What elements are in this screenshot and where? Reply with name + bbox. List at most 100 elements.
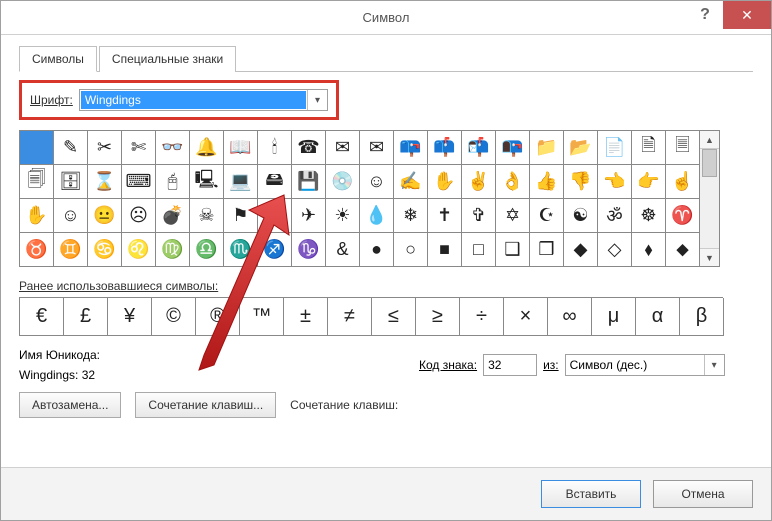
symbol-cell[interactable]: 😐 (88, 199, 122, 233)
symbol-cell[interactable]: 👉 (632, 165, 666, 199)
symbol-cell[interactable]: ☺ (54, 199, 88, 233)
symbol-cell[interactable]: 📄 (598, 131, 632, 165)
symbol-cell[interactable]: 🗐 (20, 165, 54, 199)
symbol-cell[interactable]: 💧 (360, 199, 394, 233)
symbol-cell[interactable]: ☪ (530, 199, 564, 233)
help-button[interactable]: ? (687, 1, 723, 29)
symbol-cell[interactable]: ✎ (54, 131, 88, 165)
symbol-cell[interactable]: 📁 (530, 131, 564, 165)
recent-symbol-cell[interactable]: ® (196, 298, 240, 336)
recent-symbols-grid[interactable]: €£¥©®™±≠≤≥÷×∞μαβ (19, 297, 723, 336)
symbol-cell[interactable]: 💻 (224, 165, 258, 199)
symbol-cell[interactable]: 🖰 (156, 165, 190, 199)
symbol-cell[interactable]: ✌ (462, 165, 496, 199)
recent-symbol-cell[interactable]: ÷ (460, 298, 504, 336)
symbol-cell[interactable]: ■ (428, 233, 462, 267)
symbol-cell[interactable]: 💿 (326, 165, 360, 199)
recent-symbol-cell[interactable]: € (20, 298, 64, 336)
recent-symbol-cell[interactable]: α (636, 298, 680, 336)
symbol-cell[interactable]: 💣 (156, 199, 190, 233)
symbol-cell[interactable]: ♍ (156, 233, 190, 267)
symbol-cell[interactable]: ❑ (496, 233, 530, 267)
symbol-cell[interactable]: 👓 (156, 131, 190, 165)
chevron-down-icon[interactable]: ▾ (307, 90, 327, 110)
symbol-cell[interactable]: ✄ (122, 131, 156, 165)
symbol-cell[interactable]: 🖳 (190, 165, 224, 199)
symbol-cell[interactable]: & (326, 233, 360, 267)
symbol-cell[interactable]: 📭 (496, 131, 530, 165)
symbol-cell[interactable]: ॐ (598, 199, 632, 233)
symbol-cell[interactable]: ♌ (122, 233, 156, 267)
symbol-cell[interactable]: ♎ (190, 233, 224, 267)
symbol-cell[interactable]: ⌨ (122, 165, 156, 199)
symbol-cell[interactable]: ☹ (122, 199, 156, 233)
symbol-cell[interactable]: ♋ (88, 233, 122, 267)
from-select[interactable]: Символ (дес.) ▾ (565, 354, 725, 376)
font-select[interactable]: Wingdings ▾ (79, 89, 328, 111)
recent-symbol-cell[interactable]: ± (284, 298, 328, 336)
symbol-cell[interactable]: ✝ (428, 199, 462, 233)
symbol-cell[interactable]: ◆ (564, 233, 598, 267)
symbol-cell[interactable]: ✈ (292, 199, 326, 233)
recent-symbol-cell[interactable]: ≤ (372, 298, 416, 336)
tab-special-chars[interactable]: Специальные знаки (99, 46, 236, 72)
symbol-cell[interactable]: ✋ (428, 165, 462, 199)
symbol-cell[interactable]: ❄ (394, 199, 428, 233)
symbol-cell[interactable]: ✉ (326, 131, 360, 165)
symbol-cell[interactable]: 💾 (292, 165, 326, 199)
symbol-grid[interactable]: ✎✂✄👓🔔📖🕯☎✉✉📪📫📬📭📁📂📄🗎🗏🗐🗄⌛⌨🖰🖳💻🖴💾💿☺✍✋✌👌👍👎👈👉☝✋… (19, 130, 700, 267)
symbol-cell[interactable]: 🕯 (258, 131, 292, 165)
symbol-cell[interactable]: 📂 (564, 131, 598, 165)
symbol-cell[interactable]: ♐ (258, 233, 292, 267)
symbol-cell[interactable]: 🖴 (258, 165, 292, 199)
symbol-cell[interactable]: ✉ (360, 131, 394, 165)
symbol-cell[interactable]: ☎ (292, 131, 326, 165)
scroll-down-icon[interactable]: ▼ (700, 248, 719, 266)
symbol-cell[interactable]: ✂ (88, 131, 122, 165)
recent-symbol-cell[interactable]: © (152, 298, 196, 336)
symbol-cell[interactable]: ❒ (530, 233, 564, 267)
symbol-cell[interactable]: ✡ (496, 199, 530, 233)
symbol-cell[interactable]: 👍 (530, 165, 564, 199)
symbol-cell[interactable]: 🗎 (632, 131, 666, 165)
symbol-cell[interactable]: ☠ (190, 199, 224, 233)
symbol-cell[interactable]: ☺ (360, 165, 394, 199)
symbol-cell[interactable]: ♏ (224, 233, 258, 267)
symbol-cell[interactable]: ✍ (394, 165, 428, 199)
symbol-cell[interactable]: ☯ (564, 199, 598, 233)
symbol-cell[interactable]: ♑ (292, 233, 326, 267)
titlebar[interactable]: Символ ? ✕ (1, 1, 771, 35)
char-code-input[interactable] (483, 354, 537, 376)
symbol-cell[interactable]: ☝ (666, 165, 700, 199)
symbol-cell[interactable]: ⚐ (258, 199, 292, 233)
symbol-cell[interactable] (20, 131, 54, 165)
symbol-cell[interactable]: ♉ (20, 233, 54, 267)
cancel-button[interactable]: Отмена (653, 480, 753, 508)
recent-symbol-cell[interactable]: ∞ (548, 298, 592, 336)
symbol-cell[interactable]: ● (360, 233, 394, 267)
recent-symbol-cell[interactable]: ™ (240, 298, 284, 336)
symbol-cell[interactable]: 🔔 (190, 131, 224, 165)
symbol-cell[interactable]: ⚑ (224, 199, 258, 233)
autoreplace-button[interactable]: Автозамена... (19, 392, 121, 418)
shortcut-button[interactable]: Сочетание клавиш... (135, 392, 276, 418)
symbol-cell[interactable]: 📫 (428, 131, 462, 165)
recent-symbol-cell[interactable]: ≥ (416, 298, 460, 336)
symbol-cell[interactable]: ◇ (598, 233, 632, 267)
symbol-cell[interactable]: ✋ (20, 199, 54, 233)
symbol-cell[interactable]: 👈 (598, 165, 632, 199)
symbol-cell[interactable]: ○ (394, 233, 428, 267)
scroll-up-icon[interactable]: ▲ (700, 131, 719, 149)
symbol-cell[interactable]: ✞ (462, 199, 496, 233)
symbol-cell[interactable]: ☀ (326, 199, 360, 233)
tab-symbols[interactable]: Символы (19, 46, 97, 72)
chevron-down-icon[interactable]: ▾ (704, 355, 724, 375)
recent-symbol-cell[interactable]: β (680, 298, 724, 336)
symbol-cell[interactable]: 📖 (224, 131, 258, 165)
insert-button[interactable]: Вставить (541, 480, 641, 508)
symbol-cell[interactable]: 👎 (564, 165, 598, 199)
recent-symbol-cell[interactable]: ≠ (328, 298, 372, 336)
symbol-cell[interactable]: ♊ (54, 233, 88, 267)
symbol-cell[interactable]: □ (462, 233, 496, 267)
symbol-cell[interactable]: 📬 (462, 131, 496, 165)
